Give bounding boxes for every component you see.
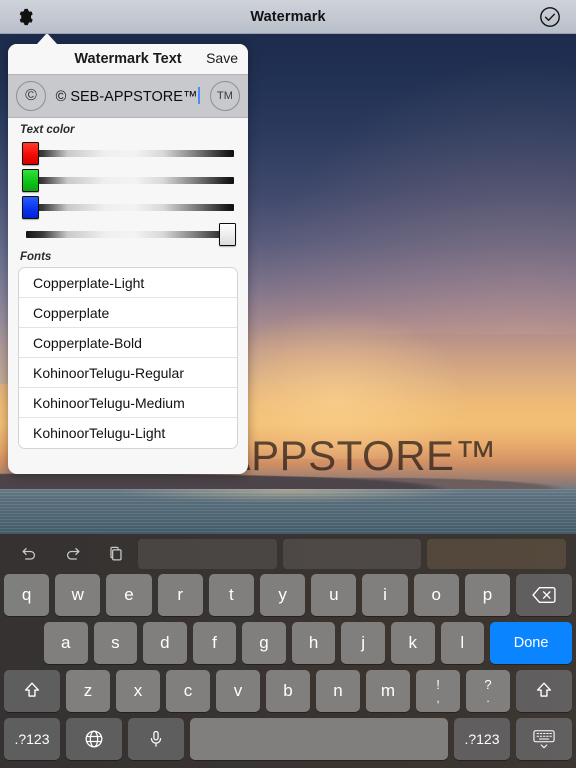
slider-track-green [26, 177, 234, 184]
prediction-slot-2[interactable] [282, 539, 422, 569]
list-item[interactable]: KohinoorTelugu-Medium [19, 388, 237, 418]
slider-track-red [26, 150, 234, 157]
slider-green[interactable] [18, 166, 238, 193]
slider-track-alpha [26, 231, 234, 238]
key-e[interactable]: e [106, 574, 152, 616]
key-z[interactable]: z [66, 670, 110, 712]
keyboard-row-2: a s d f g h j k l Done [4, 622, 573, 664]
slider-alpha[interactable] [18, 220, 238, 247]
key-k[interactable]: k [390, 622, 435, 664]
text-caret [198, 87, 201, 104]
slider-knob-red[interactable] [22, 142, 39, 165]
app-root: © SEB-APPSTORE™ Watermark Watermark Text… [0, 0, 576, 768]
key-g[interactable]: g [242, 622, 286, 664]
checkmark-circle-icon[interactable] [538, 5, 562, 29]
key-i[interactable]: i [362, 574, 408, 616]
keyboard-dismiss-icon[interactable] [516, 718, 572, 760]
backspace-icon[interactable] [516, 574, 573, 616]
key-q[interactable]: q [4, 574, 50, 616]
slider-blue[interactable] [18, 193, 238, 220]
paste-icon[interactable] [106, 544, 126, 564]
key-b[interactable]: b [266, 670, 310, 712]
prediction-slot-3[interactable] [427, 539, 567, 569]
list-item[interactable]: Copperplate-Light [19, 268, 237, 298]
popover-arrow [37, 33, 57, 44]
watermark-text-field-row: © © SEB-APPSTORE™ TM [8, 74, 248, 118]
key-period-label: . [486, 690, 490, 705]
key-j[interactable]: j [341, 622, 385, 664]
popover-header: Watermark Text Save [8, 44, 248, 74]
redo-icon[interactable] [62, 544, 84, 564]
prediction-slot-1[interactable] [138, 539, 277, 569]
slider-knob-blue[interactable] [22, 196, 39, 219]
key-l[interactable]: l [440, 622, 485, 664]
fonts-label: Fonts [20, 251, 52, 263]
shift-icon-right[interactable] [516, 670, 572, 712]
globe-icon[interactable] [66, 718, 122, 760]
key-c[interactable]: c [166, 670, 210, 712]
watermark-text-popover: Watermark Text Save © © SEB-APPSTORE™ TM… [8, 44, 248, 474]
watermark-text-input[interactable]: © SEB-APPSTORE™ [52, 87, 204, 105]
page-title: Watermark [250, 8, 326, 25]
popover-title: Watermark Text [74, 51, 182, 67]
shift-icon-left[interactable] [4, 670, 60, 712]
on-screen-keyboard: q w e r t y u i o p a s d f g h j k l Do… [0, 534, 576, 768]
list-item[interactable]: KohinoorTelugu-Light [19, 418, 237, 448]
key-question-period[interactable]: ? . [466, 670, 510, 712]
trademark-symbol-button[interactable]: TM [210, 81, 240, 111]
top-navigation-bar: Watermark [0, 0, 576, 34]
key-t[interactable]: t [208, 574, 255, 616]
slider-track-blue [26, 204, 234, 211]
microphone-icon[interactable] [128, 718, 184, 760]
predictive-bar-icons [6, 544, 138, 564]
row2-left-spacer [4, 622, 38, 664]
space-key[interactable] [190, 718, 448, 760]
watermark-text-input-value: © SEB-APPSTORE™ [55, 89, 198, 105]
list-item[interactable]: Copperplate-Bold [19, 328, 237, 358]
key-d[interactable]: d [143, 622, 187, 664]
undo-icon[interactable] [18, 544, 40, 564]
slider-knob-alpha[interactable] [219, 223, 236, 246]
key-p[interactable]: p [464, 574, 511, 616]
key-m[interactable]: m [366, 670, 410, 712]
key-u[interactable]: u [311, 574, 357, 616]
key-comma-label: , [436, 690, 440, 705]
predictive-bar [0, 534, 576, 574]
key-exclamation-comma[interactable]: ! , [416, 670, 460, 712]
sea-sun-reflection [103, 489, 473, 504]
save-button[interactable]: Save [206, 50, 238, 66]
key-y[interactable]: y [260, 574, 306, 616]
key-x[interactable]: x [116, 670, 160, 712]
key-f[interactable]: f [192, 622, 237, 664]
list-item[interactable]: Copperplate [19, 298, 237, 328]
numbers-key-left[interactable]: .?123 [4, 718, 60, 760]
key-n[interactable]: n [316, 670, 360, 712]
key-question-label: ? [484, 676, 492, 692]
key-a[interactable]: a [44, 622, 88, 664]
sky-right-glow [230, 34, 576, 334]
slider-knob-green[interactable] [22, 169, 39, 192]
key-exclamation-label: ! [436, 676, 440, 692]
key-w[interactable]: w [55, 574, 101, 616]
slider-red[interactable] [18, 139, 238, 166]
numbers-key-right[interactable]: .?123 [454, 718, 510, 760]
key-s[interactable]: s [93, 622, 138, 664]
list-item[interactable]: KohinoorTelugu-Regular [19, 358, 237, 388]
fonts-list[interactable]: Copperplate-Light Copperplate Copperplat… [18, 267, 238, 449]
prediction-slots [138, 539, 570, 569]
done-key[interactable]: Done [490, 622, 573, 664]
text-color-label: Text color [20, 124, 75, 136]
keyboard-row-1: q w e r t y u i o p [4, 574, 573, 616]
gear-icon[interactable] [14, 5, 38, 29]
keyboard-row-3: z x c v b n m ! , ? . [4, 670, 572, 712]
key-r[interactable]: r [157, 574, 203, 616]
key-v[interactable]: v [216, 670, 260, 712]
key-o[interactable]: o [413, 574, 459, 616]
keyboard-row-4: .?123 .?123 [4, 718, 572, 760]
key-h[interactable]: h [291, 622, 336, 664]
copyright-symbol-button[interactable]: © [16, 81, 46, 111]
color-sliders [8, 139, 248, 247]
keyboard-rows: q w e r t y u i o p a s d f g h j k l Do… [0, 574, 576, 760]
